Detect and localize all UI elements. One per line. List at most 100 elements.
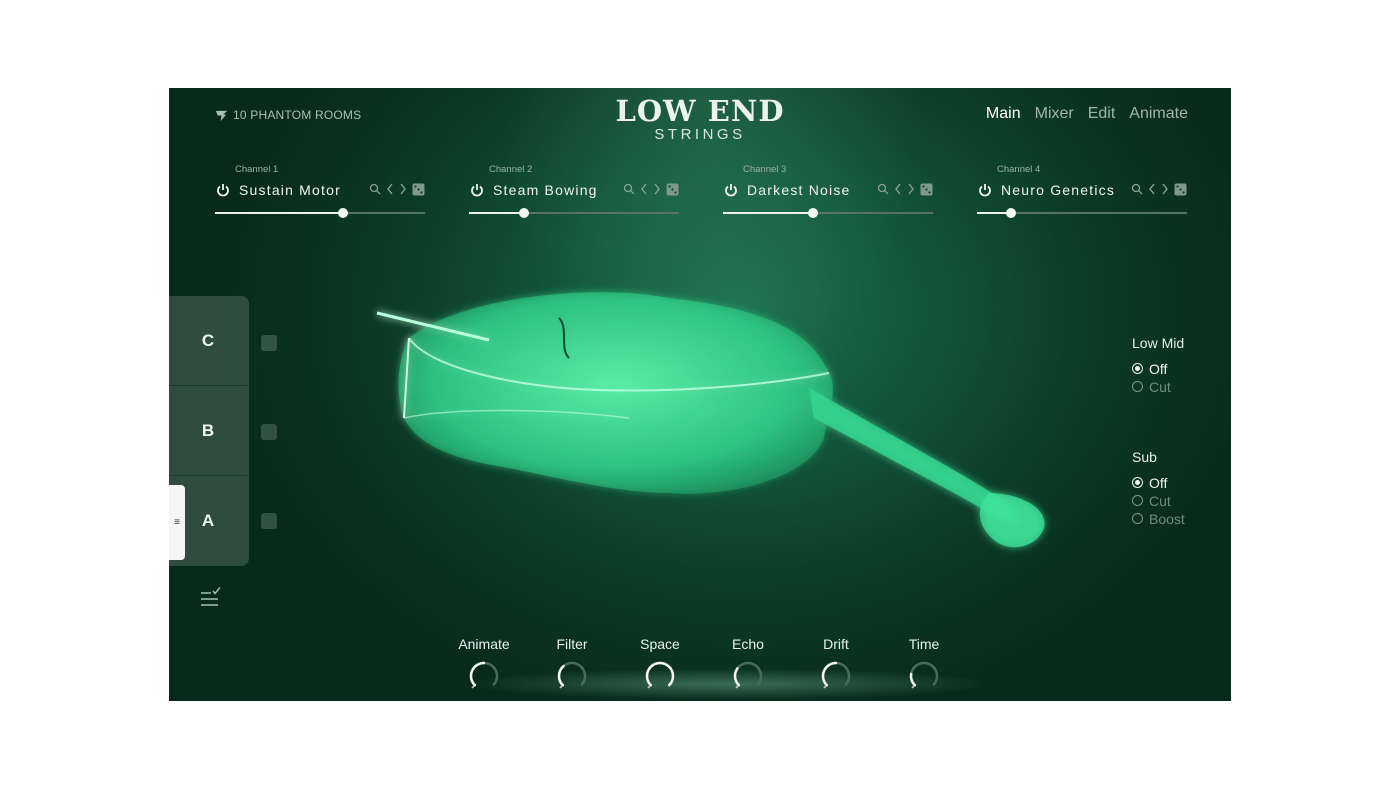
dice-icon[interactable] [1174,181,1187,197]
sub-title: Sub [1132,449,1157,465]
knob-label: Filter [556,636,588,652]
knob-min-tick [735,685,739,689]
knob-track [733,661,763,687]
sub-cut-radio[interactable]: Cut [1132,492,1185,509]
time-knob[interactable]: Time [894,636,954,698]
channel-3: Channel 3 Darkest Noise [723,164,933,219]
scene-c-indicator[interactable] [261,335,277,351]
channel-volume-slider[interactable] [723,208,933,218]
search-icon[interactable] [1131,181,1143,197]
knob-min-tick [911,685,915,689]
drift-knob[interactable]: Drift [806,636,866,698]
filter-knob[interactable]: Filter [542,636,602,698]
knob-dial[interactable] [464,657,504,693]
cello-hologram-image [376,292,1045,548]
tab-main[interactable]: Main [986,105,1021,123]
channel-name[interactable]: Darkest Noise [747,182,851,198]
channel-name[interactable]: Neuro Genetics [1001,182,1115,198]
knob-dial[interactable] [640,657,680,693]
scene-b-button[interactable]: B [169,386,247,476]
checklist-icon[interactable] [199,586,221,615]
drawer-handle[interactable]: ≡ [169,485,185,560]
channel-number: Channel 3 [743,164,787,175]
slider-thumb[interactable] [1005,208,1016,218]
slider-thumb[interactable] [338,208,349,218]
channel-number: Channel 1 [235,164,279,175]
echo-knob[interactable]: Echo [718,636,778,698]
channel-4: Channel 4 Neuro Genetics [977,164,1187,219]
knob-label: Echo [732,636,764,652]
chevron-left-icon[interactable] [640,181,648,197]
channel-2: Channel 2 Steam Bowing [469,164,679,219]
menu-lines-icon: ≡ [174,517,180,528]
knob-value-arc [469,661,486,687]
low-mid-group: Low Mid Off Cut [1132,335,1185,395]
option-label: Off [1149,474,1168,491]
knob-dial[interactable] [816,657,856,693]
power-icon[interactable] [215,182,231,198]
scene-a-indicator[interactable] [261,513,277,529]
radio-icon [1132,477,1143,488]
knob-value-arc [821,661,838,687]
knob-dial[interactable] [728,657,768,693]
low-mid-title: Low Mid [1132,335,1185,351]
knob-min-tick [471,685,475,689]
sub-group: Sub Off Cut Boost [1132,449,1185,527]
option-label: Cut [1149,378,1171,395]
radio-icon [1132,495,1143,506]
channel-volume-slider[interactable] [977,208,1187,218]
tab-animate[interactable]: Animate [1129,105,1188,123]
chevron-right-icon[interactable] [907,181,915,197]
option-label: Boost [1149,510,1185,527]
channel-name[interactable]: Steam Bowing [493,182,598,198]
search-icon[interactable] [369,181,381,197]
power-icon[interactable] [723,182,739,198]
radio-icon [1132,363,1143,374]
chevron-left-icon[interactable] [386,181,394,197]
tab-edit[interactable]: Edit [1088,105,1116,123]
knob-label: Animate [458,636,510,652]
dice-icon[interactable] [920,181,933,197]
channel-volume-slider[interactable] [215,208,425,218]
channel-number: Channel 2 [489,164,533,175]
chevron-left-icon[interactable] [1148,181,1156,197]
chevron-left-icon[interactable] [894,181,902,197]
sub-boost-radio[interactable]: Boost [1132,510,1185,527]
product-subtitle: STRINGS [654,126,746,143]
slider-thumb[interactable] [808,208,819,218]
knob-value-arc [909,672,917,687]
sub-off-radio[interactable]: Off [1132,474,1185,491]
knob-min-tick [559,685,563,689]
tab-mixer[interactable]: Mixer [1035,105,1074,123]
knob-value-arc [645,661,675,687]
space-knob[interactable]: Space [630,636,690,698]
scene-c-button[interactable]: C [169,296,247,386]
animate-knob[interactable]: Animate [454,636,514,698]
instrument-panel: 10 PHANTOM ROOMS LOW END STRINGS Main Mi… [169,88,1231,701]
radio-icon [1132,513,1143,524]
search-icon[interactable] [623,181,635,197]
knob-label: Space [640,636,680,652]
knob-track [909,661,939,687]
knob-min-tick [823,685,827,689]
search-icon[interactable] [877,181,889,197]
channel-number: Channel 4 [997,164,1041,175]
dice-icon[interactable] [412,181,425,197]
radio-icon [1132,381,1143,392]
slider-thumb[interactable] [518,208,529,218]
knob-value-arc [733,667,741,687]
scene-b-indicator[interactable] [261,424,277,440]
chevron-right-icon[interactable] [399,181,407,197]
power-icon[interactable] [469,182,485,198]
chevron-right-icon[interactable] [653,181,661,197]
option-label: Cut [1149,492,1171,509]
chevron-right-icon[interactable] [1161,181,1169,197]
knob-dial[interactable] [904,657,944,693]
low-mid-cut-radio[interactable]: Cut [1132,378,1184,395]
dice-icon[interactable] [666,181,679,197]
power-icon[interactable] [977,182,993,198]
channel-volume-slider[interactable] [469,208,679,218]
knob-dial[interactable] [552,657,592,693]
low-mid-off-radio[interactable]: Off [1132,361,1184,377]
channel-name[interactable]: Sustain Motor [239,182,341,198]
